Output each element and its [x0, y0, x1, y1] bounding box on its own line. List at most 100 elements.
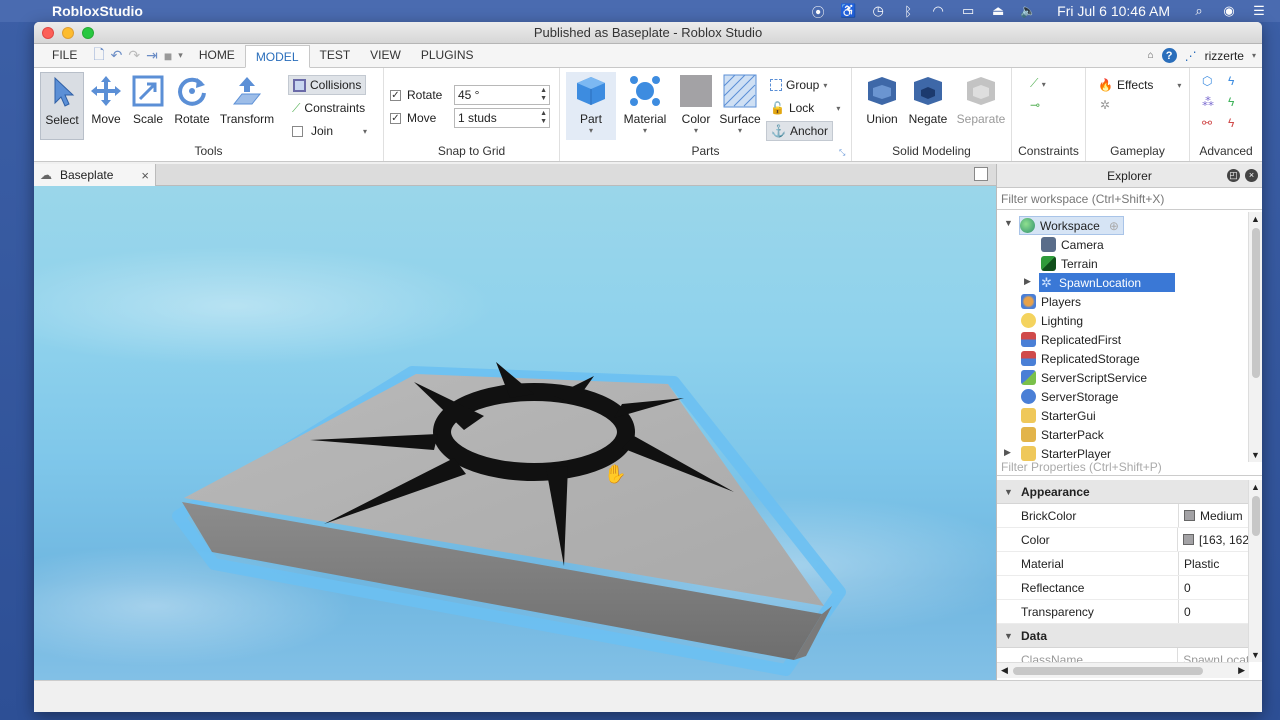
expand-workspace-icon[interactable]: ▼ [1004, 218, 1013, 228]
help-icon[interactable]: ? [1161, 48, 1177, 63]
accessibility-icon[interactable]: ♿ [839, 2, 857, 20]
scroll-left-icon[interactable]: ◀ [1001, 665, 1008, 676]
menubar-clock[interactable]: Fri Jul 6 10:46 AM [1057, 3, 1170, 19]
maximize-window-button[interactable] [82, 26, 94, 39]
move-spin-arrows-icon[interactable]: ▲ ▼ [540, 110, 547, 126]
scroll-right-icon[interactable]: ▶ [1238, 665, 1245, 676]
advanced-hex-icon[interactable]: ⬡ [1202, 74, 1212, 88]
notification-center-icon[interactable]: ☰ [1250, 2, 1268, 20]
explorer-filter-input[interactable]: Filter workspace (Ctrl+Shift+X) [997, 188, 1262, 210]
properties-scrollbar[interactable]: ▲ ▼ [1248, 480, 1262, 662]
tab-home[interactable]: HOME [189, 44, 245, 67]
tab-file[interactable]: FILE [42, 44, 87, 67]
tree-item-spawnlocation[interactable]: ✲ SpawnLocation [1039, 273, 1175, 292]
lock-dropdown-icon[interactable]: ▾ [836, 104, 840, 113]
constraint-weld-icon[interactable]: ⟋ ▾ [1030, 76, 1046, 91]
expand-spawn-icon[interactable]: ▶ [1024, 276, 1031, 287]
move-snap-input[interactable]: 1 studs ▲ ▼ [454, 108, 550, 128]
group-dropdown-icon[interactable]: ▾ [823, 81, 827, 90]
tab-model[interactable]: MODEL [244, 45, 310, 68]
close-tab-icon[interactable]: × [141, 168, 149, 183]
material-button[interactable]: Material ▾ [620, 72, 670, 140]
tree-item-starterplayer[interactable]: StarterPlayer [1021, 444, 1111, 462]
scroll-up-icon[interactable]: ▲ [1251, 214, 1260, 224]
prop-row-reflectance[interactable]: Reflectance 0 [997, 576, 1249, 600]
separate-button[interactable]: Separate [954, 72, 1008, 140]
siri-icon[interactable]: ◉ [1220, 2, 1238, 20]
constraint-details-icon[interactable]: ⊸ [1030, 98, 1040, 112]
join-checkbox[interactable] [292, 125, 303, 137]
tree-item-terrain[interactable]: Terrain [1041, 254, 1098, 273]
volume-icon[interactable]: 🔈 [1019, 2, 1037, 20]
prop-value[interactable]: [163, 162 [1178, 528, 1249, 551]
section-appearance[interactable]: Appearance [997, 480, 1249, 504]
doc-tab-baseplate[interactable]: ☁ Baseplate × [34, 164, 156, 186]
tab-test[interactable]: TEST [310, 44, 361, 67]
app-menu-name[interactable]: RobloxStudio [52, 3, 143, 19]
constraints-toggle[interactable]: ⟋ Constraints [292, 98, 365, 118]
advanced-cluster-icon[interactable]: ⁂ [1202, 95, 1214, 109]
tree-item-startergui[interactable]: StarterGui [1021, 406, 1096, 425]
record-icon[interactable]: ⦿ [809, 2, 827, 20]
color-dropdown-icon[interactable]: ▾ [676, 126, 716, 135]
union-button[interactable]: Union [860, 72, 904, 140]
collapse-ribbon-icon[interactable]: ⌂ [1148, 50, 1154, 61]
group-button[interactable]: Group ▾ [770, 75, 827, 95]
part-dropdown-icon[interactable]: ▾ [566, 126, 616, 135]
surface-dropdown-icon[interactable]: ▾ [718, 126, 762, 135]
properties-scroll-thumb[interactable] [1252, 496, 1260, 536]
scroll-up-icon[interactable]: ▲ [1251, 482, 1260, 492]
hscroll-thumb[interactable] [1013, 667, 1203, 675]
prop-row-brickcolor[interactable]: BrickColor Medium [997, 504, 1249, 528]
anchor-button[interactable]: ⚓ Anchor [766, 121, 833, 141]
negate-button[interactable]: Negate [906, 72, 950, 140]
publish-icon[interactable]: ⇥ [146, 47, 158, 64]
select-button[interactable]: Select [40, 72, 84, 140]
username[interactable]: rizzerte [1205, 49, 1244, 63]
prop-value[interactable]: 0 [1179, 576, 1191, 599]
eject-icon[interactable]: ⏏ [989, 2, 1007, 20]
join-dropdown-icon[interactable]: ▾ [363, 127, 367, 136]
effects-button[interactable]: 🔥 Effects ▾ [1098, 75, 1181, 95]
rotate-button[interactable]: Rotate [170, 72, 214, 140]
rotate-snap-input[interactable]: 45 ° ▲ ▼ [454, 85, 550, 105]
rotate-snap-checkbox[interactable]: ✓ [390, 89, 401, 101]
explorer-scrollbar[interactable]: ▲ ▼ [1248, 212, 1262, 462]
join-toggle[interactable]: Join ▾ [292, 121, 367, 141]
tree-item-camera[interactable]: Camera [1041, 235, 1104, 254]
wifi-icon[interactable]: ◠ [929, 2, 947, 20]
scroll-down-icon[interactable]: ▼ [1251, 450, 1260, 460]
part-button[interactable]: Part ▾ [566, 72, 616, 140]
explorer-scroll-thumb[interactable] [1252, 228, 1260, 378]
prop-value[interactable]: Plastic [1179, 552, 1219, 575]
advanced-bolt-green-icon[interactable]: ϟ [1228, 95, 1234, 109]
prop-value[interactable]: Medium [1179, 504, 1243, 527]
stop-icon[interactable]: ■ [164, 48, 172, 64]
material-dropdown-icon[interactable]: ▾ [620, 126, 670, 135]
scroll-down-icon[interactable]: ▼ [1251, 650, 1260, 660]
expand-starterplayer-icon[interactable]: ▶ [1004, 447, 1011, 458]
effects-dropdown-icon[interactable]: ▾ [1177, 81, 1181, 90]
airplay-icon[interactable]: ▭ [959, 2, 977, 20]
restore-view-icon[interactable] [974, 167, 988, 181]
user-dropdown-icon[interactable]: ▾ [1252, 51, 1256, 60]
minimize-window-button[interactable] [62, 26, 74, 39]
time-machine-icon[interactable]: ◷ [869, 2, 887, 20]
share-icon[interactable]: ⋰ [1185, 49, 1197, 63]
undock-icon[interactable]: ◰ [1227, 169, 1240, 182]
scale-button[interactable]: Scale [126, 72, 170, 140]
parts-settings-corner-icon[interactable]: ⤡ [839, 148, 845, 158]
tab-view[interactable]: VIEW [360, 44, 411, 67]
tab-plugins[interactable]: PLUGINS [411, 44, 484, 67]
collisions-toggle[interactable]: Collisions [288, 75, 367, 95]
transform-button[interactable]: Transform [218, 72, 276, 140]
tree-item-workspace[interactable]: Workspace ⊕ [1019, 216, 1124, 235]
move-snap-checkbox[interactable]: ✓ [390, 112, 401, 124]
color-button[interactable]: Color ▾ [676, 72, 716, 140]
tree-item-serverscriptservice[interactable]: ServerScriptService [1021, 368, 1147, 387]
prop-value[interactable]: 0 [1179, 600, 1191, 623]
advanced-link-icon[interactable]: ⚯ [1202, 116, 1212, 130]
section-data[interactable]: Data [997, 624, 1249, 648]
tree-item-replicatedfirst[interactable]: ReplicatedFirst [1021, 330, 1121, 349]
prop-row-transparency[interactable]: Transparency 0 [997, 600, 1249, 624]
